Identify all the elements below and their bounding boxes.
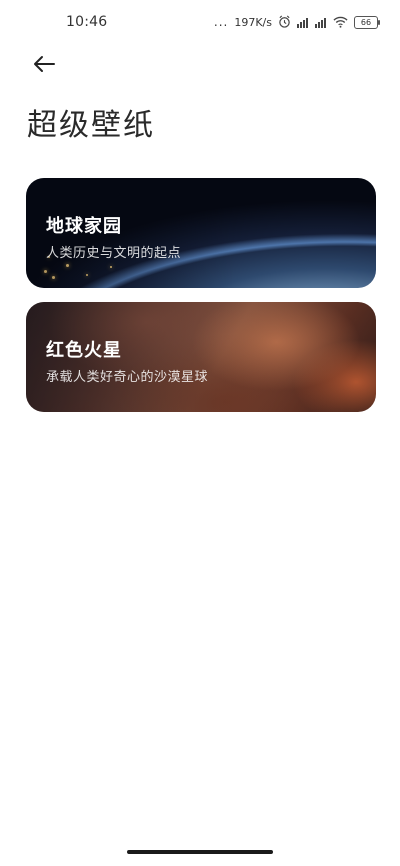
screen: 10:46 ... 197K/s 66 超级壁纸 地球家园 人类历史与文明的起点… <box>0 0 400 866</box>
card-subtitle: 人类历史与文明的起点 <box>46 246 182 261</box>
network-speed: 197K/s <box>234 15 272 29</box>
card-subtitle: 承载人类好奇心的沙漠星球 <box>46 370 209 385</box>
signal-icon <box>297 16 309 28</box>
card-title: 地球家园 <box>46 216 122 237</box>
alarm-icon <box>278 15 291 28</box>
wallpaper-card-earth[interactable]: 地球家园 人类历史与文明的起点 <box>26 178 376 288</box>
home-indicator[interactable] <box>127 850 273 854</box>
card-title: 红色火星 <box>46 340 122 361</box>
more-dots: ... <box>213 15 229 29</box>
status-icons: ... 197K/s 66 <box>213 15 380 29</box>
status-bar: 10:46 ... 197K/s 66 <box>0 0 400 44</box>
back-button[interactable] <box>28 50 60 78</box>
wallpaper-card-mars[interactable]: 红色火星 承载人类好奇心的沙漠星球 <box>26 302 376 412</box>
card-text: 地球家园 人类历史与文明的起点 <box>46 212 181 261</box>
signal-icon-2 <box>315 16 327 28</box>
page-title: 超级壁纸 <box>27 108 155 143</box>
wifi-icon <box>333 16 348 28</box>
card-text: 红色火星 承载人类好奇心的沙漠星球 <box>46 336 208 385</box>
status-time: 10:46 <box>66 14 108 30</box>
battery-icon: 66 <box>354 15 380 29</box>
arrow-left-icon <box>34 56 55 72</box>
